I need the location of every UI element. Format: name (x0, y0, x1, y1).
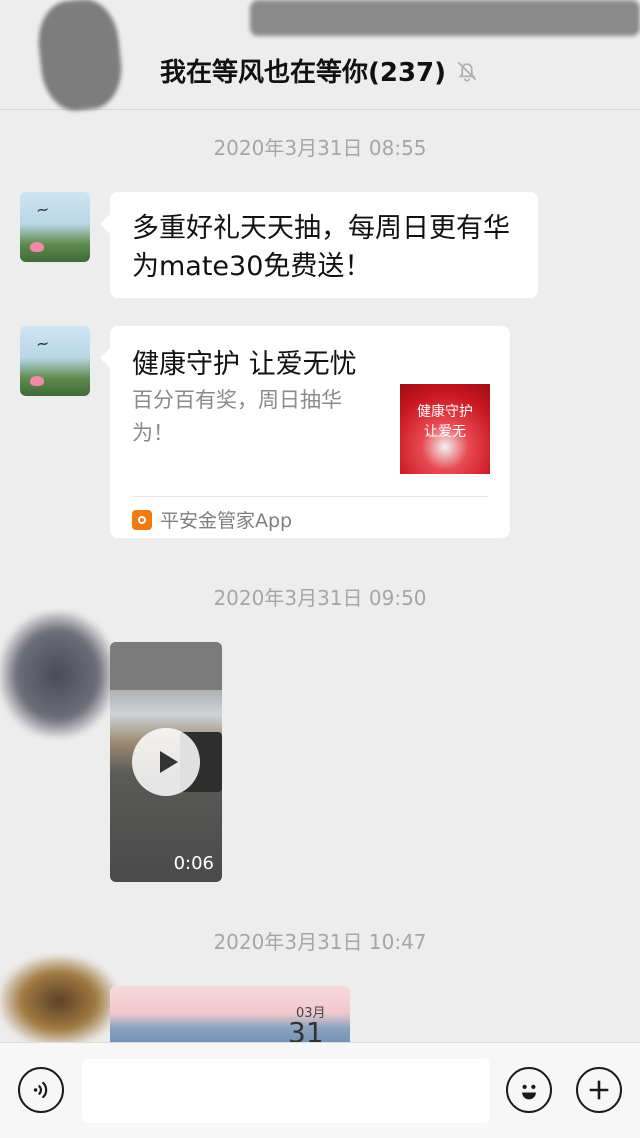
avatar[interactable] (0, 956, 118, 1046)
chat-header: 我在等风也在等你(237) (0, 0, 640, 114)
message-text: 多重好礼天天抽，每周日更有华为mate30免费送！ (132, 213, 510, 282)
video-duration: 0:06 (173, 853, 214, 874)
app-icon (132, 509, 152, 530)
bell-muted-icon (457, 61, 477, 82)
emoji-button[interactable] (506, 1067, 552, 1113)
timestamp: 2020年3月31日 09:50 (213, 586, 427, 610)
plus-icon (589, 1080, 609, 1100)
avatar[interactable]: ~ (20, 326, 90, 396)
avatar[interactable] (0, 612, 115, 737)
lotus-icon (30, 376, 44, 386)
video-message[interactable]: 0:06 (110, 642, 222, 882)
image-card[interactable]: 03月 31 (110, 986, 350, 1046)
message-input[interactable] (82, 1059, 490, 1123)
play-icon[interactable] (132, 728, 200, 796)
avatar[interactable]: ~ (20, 192, 90, 262)
emoji-icon (522, 1084, 536, 1100)
card-thumbnail: 健康守护 让爱无 (400, 384, 490, 474)
thumbnail-text: 健康守护 让爱无 (417, 404, 473, 440)
plus-button[interactable] (576, 1067, 622, 1113)
link-card[interactable]: 健康守护 让爱无忧 百分百有奖，周日抽华为！ 健康守护 让爱无 平安金管家App (100, 326, 510, 538)
redacted-status-bar (250, 0, 640, 36)
source-app-name: 平安金管家App (160, 510, 293, 532)
lotus-icon (30, 242, 44, 252)
title-wrap: 我在等风也在等你(237) (0, 52, 640, 89)
text-message-bubble[interactable]: 多重好礼天天抽，每周日更有华为mate30免费送！ (100, 192, 538, 298)
voice-button[interactable] (18, 1067, 64, 1113)
voice-icon (33, 1081, 48, 1099)
input-bar (0, 1042, 640, 1138)
chat-title[interactable]: 我在等风也在等你(237) (160, 52, 446, 89)
card-title: 健康守护 让爱无忧 (132, 349, 357, 380)
card-divider (132, 496, 488, 497)
card-source: 平安金管家App (132, 506, 292, 533)
timestamp: 2020年3月31日 10:47 (213, 930, 427, 954)
timestamp: 2020年3月31日 08:55 (213, 136, 427, 160)
card-description: 百分百有奖，周日抽华为！ (132, 388, 342, 445)
